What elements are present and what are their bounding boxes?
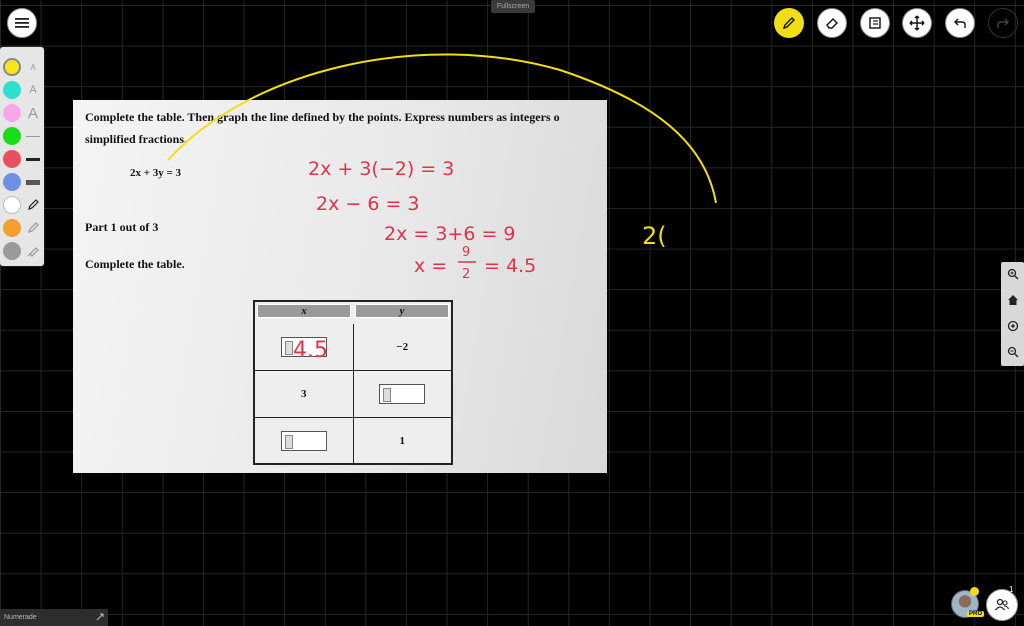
color-swatch-red[interactable]	[3, 150, 21, 168]
text-medium-icon[interactable]: A	[24, 81, 42, 99]
table-header-y: y	[355, 304, 449, 318]
color-swatch-yellow[interactable]	[3, 58, 21, 76]
eraser-icon	[826, 18, 838, 29]
target-icon[interactable]	[1005, 318, 1020, 333]
color-swatch-green[interactable]	[3, 127, 21, 145]
color-swatch-orange[interactable]	[3, 219, 21, 237]
part-label: Part 1 out of 3	[85, 220, 159, 234]
status-label: Numerade	[4, 614, 37, 621]
menu-button[interactable]	[7, 8, 37, 38]
color-palette: A A A	[0, 47, 44, 266]
redo-icon	[997, 18, 1009, 28]
problem-page: Complete the table. Then graph the line …	[73, 100, 607, 473]
table-cell-x2: 3	[255, 371, 354, 417]
users-icon	[994, 598, 1010, 611]
stroke-thin-icon[interactable]	[24, 127, 42, 145]
table-header-x: x	[257, 304, 351, 318]
pencil-icon	[782, 17, 795, 30]
answer-input-y2[interactable]	[379, 384, 426, 404]
table-cell-y3: 1	[399, 434, 406, 447]
zoom-panel	[1001, 262, 1024, 366]
pen-icon[interactable]	[24, 196, 42, 214]
users-count: 1	[1009, 585, 1014, 594]
color-swatch-gray[interactable]	[3, 242, 21, 260]
text-small-icon[interactable]: A	[24, 58, 42, 76]
slides-tool-button[interactable]	[860, 8, 890, 38]
table-cell-y2[interactable]	[354, 371, 452, 417]
undo-button[interactable]	[945, 8, 975, 38]
color-swatch-white[interactable]	[3, 196, 21, 214]
subtask-label: Complete the table.	[85, 257, 185, 271]
hamburger-icon	[15, 18, 29, 28]
slides-icon	[869, 17, 881, 29]
stroke-medium-icon[interactable]	[24, 150, 42, 168]
expand-icon[interactable]	[96, 613, 104, 621]
undo-icon	[954, 18, 966, 28]
move-tool-button[interactable]	[902, 8, 932, 38]
pencil-outline-icon[interactable]	[24, 219, 42, 237]
instruction-line-1: Complete the table. Then graph the line …	[85, 110, 560, 124]
move-icon	[909, 15, 925, 31]
color-swatch-blue[interactable]	[3, 173, 21, 191]
answer-input-x3[interactable]	[280, 430, 327, 451]
equation: 2x + 3y = 3	[130, 167, 182, 179]
status-bar: Numerade	[0, 609, 108, 626]
yellow-note: 2(	[642, 222, 667, 250]
xy-table: x y −2 3 1	[253, 300, 453, 465]
stroke-thick-icon[interactable]	[24, 173, 42, 191]
highlighter-icon[interactable]	[24, 242, 42, 260]
pen-tool-button[interactable]	[774, 8, 804, 38]
zoom-in-icon[interactable]	[1005, 266, 1020, 281]
answer-input-x1[interactable]	[280, 337, 327, 357]
redo-button[interactable]	[988, 8, 1018, 38]
instruction-line-2: simplified fractions.	[85, 132, 187, 146]
pro-badge: PRO	[967, 611, 985, 617]
color-swatch-cyan[interactable]	[3, 81, 21, 99]
color-swatch-pink[interactable]	[3, 104, 21, 122]
eraser-tool-button[interactable]	[817, 8, 847, 38]
table-cell-y1: −2	[396, 341, 409, 353]
table-cell-x1[interactable]	[255, 324, 354, 370]
home-icon[interactable]	[1005, 292, 1020, 307]
table-cell-x3[interactable]	[255, 418, 354, 463]
online-indicator	[970, 587, 979, 596]
zoom-out-icon[interactable]	[1005, 344, 1020, 359]
text-large-icon[interactable]: A	[24, 104, 42, 122]
fullscreen-label[interactable]: Fullscreen	[491, 0, 535, 13]
